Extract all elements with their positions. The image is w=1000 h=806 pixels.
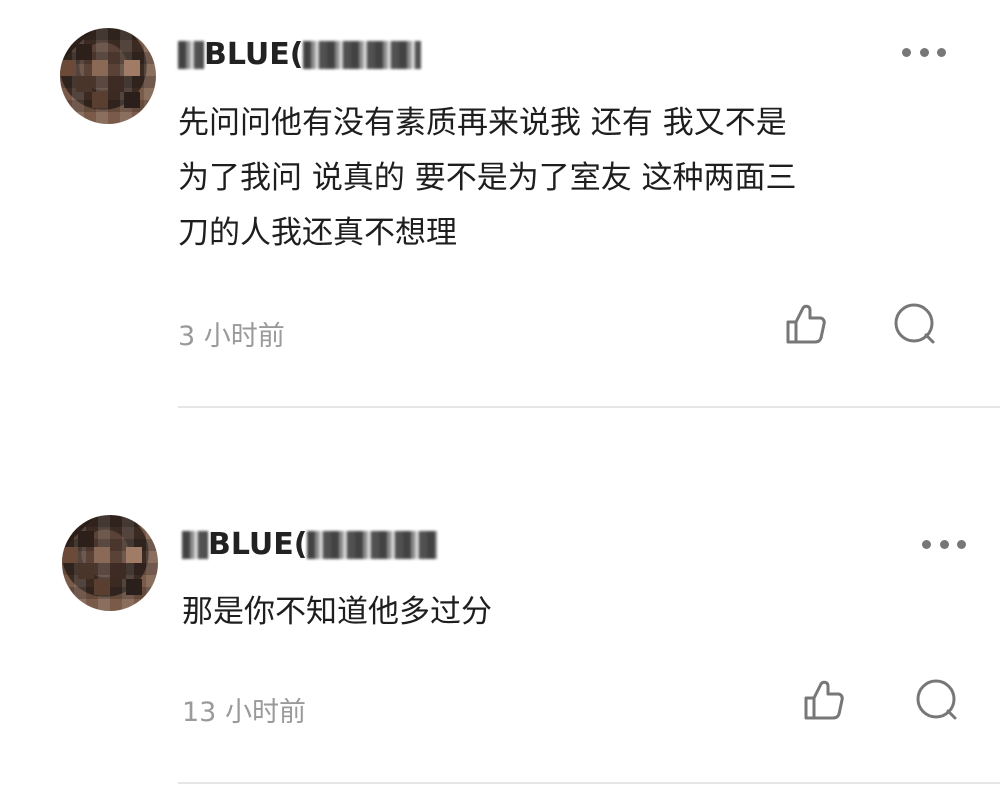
username[interactable]: BLUE( [178, 36, 422, 72]
thumbs-up-icon [786, 304, 826, 344]
avatar[interactable] [62, 515, 158, 611]
avatar[interactable] [60, 28, 156, 124]
divider [178, 782, 1000, 784]
reply-button[interactable] [912, 676, 960, 724]
like-button[interactable] [800, 676, 848, 724]
comment-timestamp: 3 小时前 [178, 321, 285, 352]
comment-timestamp: 13 小时前 [182, 697, 306, 728]
more-options-button[interactable] [902, 46, 946, 58]
more-horizontal-icon [922, 539, 931, 549]
comment-bubble-icon [894, 303, 935, 344]
comment-text: 那是你不知道他多过分 [182, 594, 492, 630]
divider [178, 406, 1000, 408]
more-options-button[interactable] [922, 538, 966, 550]
comment-bubble-icon [916, 679, 957, 720]
like-button[interactable] [782, 300, 830, 348]
reply-button[interactable] [890, 300, 938, 348]
thumbs-up-icon [804, 680, 844, 720]
more-horizontal-icon [902, 47, 911, 57]
username[interactable]: BLUE( [182, 526, 438, 562]
comment-text: 先问问他有没有素质再来说我 还有 我又不是 为了我问 说真的 要不是为了室友 这… [178, 105, 797, 251]
